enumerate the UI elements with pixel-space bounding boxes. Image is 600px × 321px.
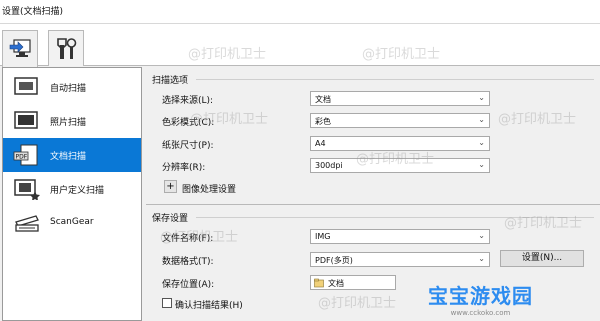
source-select[interactable]: 文档 ⌄ xyxy=(310,91,490,106)
sidebar-item-custom-scan[interactable]: 用户定义扫描 xyxy=(3,172,141,206)
scan-mode-sidebar: 自动扫描 照片扫描 PDF 文档扫描 用户定义扫描 ScanGear xyxy=(2,67,142,321)
file-name-combo[interactable]: IMG ⌄ xyxy=(310,229,490,244)
watermark: @打印机卫士 xyxy=(160,230,239,245)
color-mode-select[interactable]: 彩色 ⌄ xyxy=(310,113,490,128)
sidebar-item-label: 自动扫描 xyxy=(50,84,87,94)
sidebar-item-document-scan[interactable]: PDF 文档扫描 xyxy=(3,138,141,172)
watermark: @打印机卫士 xyxy=(504,216,583,231)
image-processing-label[interactable]: 图像处理设置 xyxy=(182,182,236,195)
tab-strip xyxy=(0,24,600,67)
sidebar-item-label: 文档扫描 xyxy=(50,152,87,162)
watermark: @打印机卫士 xyxy=(188,47,267,62)
chevron-down-icon: ⌄ xyxy=(478,138,485,147)
logo-url: www.cckoko.com xyxy=(450,309,511,317)
sidebar-item-scangear[interactable]: ScanGear xyxy=(3,206,141,240)
scangear-icon xyxy=(15,215,39,232)
source-label: 选择来源(L): xyxy=(162,96,214,106)
chevron-down-icon: ⌄ xyxy=(478,115,485,124)
data-format-label: 数据格式(T): xyxy=(162,257,214,267)
folder-icon xyxy=(314,278,324,288)
tab-scan-settings[interactable] xyxy=(2,30,38,67)
chevron-down-icon: ⌄ xyxy=(478,160,485,169)
save-location-label: 保存位置(A): xyxy=(162,280,215,290)
confirm-results-label[interactable]: 确认扫描结果(H) xyxy=(175,298,243,311)
tab-general-settings[interactable] xyxy=(48,30,84,66)
chevron-down-icon: ⌄ xyxy=(478,254,485,263)
save-settings-title: 保存设置 xyxy=(152,214,189,224)
chevron-down-icon: ⌄ xyxy=(478,93,485,102)
sidebar-item-photo-scan[interactable]: 照片扫描 xyxy=(3,104,141,138)
resolution-label: 分辨率(R): xyxy=(162,163,206,173)
paper-size-label: 纸张尺寸(P): xyxy=(162,141,214,151)
svg-text:PDF: PDF xyxy=(16,154,28,161)
scan-options-title: 扫描选项 xyxy=(152,76,189,86)
photo-scan-icon xyxy=(14,111,38,129)
site-logo: 宝宝游戏园 www.cckoko.com xyxy=(428,280,533,317)
window-title: 设置(文档扫描) xyxy=(2,7,64,17)
watermark: @打印机卫士 xyxy=(190,112,269,127)
chevron-down-icon: ⌄ xyxy=(478,231,485,240)
data-format-select[interactable]: PDF(多页) ⌄ xyxy=(310,252,490,267)
confirm-results-checkbox[interactable] xyxy=(162,298,172,308)
scan-to-pc-icon xyxy=(9,39,31,57)
sidebar-item-auto-scan[interactable]: 自动扫描 xyxy=(3,70,141,104)
window-titlebar: 设置(文档扫描) xyxy=(0,0,600,24)
watermark: @打印机卫士 xyxy=(498,112,577,127)
watermark: @打印机卫士 xyxy=(318,296,397,311)
logo-name: 宝宝游戏园 xyxy=(428,284,533,308)
document-scan-icon: PDF xyxy=(13,144,38,166)
tools-icon xyxy=(57,38,77,59)
watermark: @打印机卫士 xyxy=(362,47,441,62)
custom-scan-icon xyxy=(14,179,40,200)
auto-scan-icon xyxy=(14,77,38,95)
sidebar-item-label: ScanGear xyxy=(50,217,94,227)
format-settings-button[interactable]: 设置(N)... xyxy=(500,250,584,267)
sidebar-item-label: 用户定义扫描 xyxy=(50,186,105,196)
section-separator xyxy=(146,204,600,205)
group-divider xyxy=(196,79,594,80)
sidebar-item-label: 照片扫描 xyxy=(50,118,87,128)
save-location-field[interactable]: 文档 xyxy=(310,275,396,290)
watermark: @打印机卫士 xyxy=(356,152,435,167)
expand-image-processing-button[interactable]: + xyxy=(164,180,177,193)
